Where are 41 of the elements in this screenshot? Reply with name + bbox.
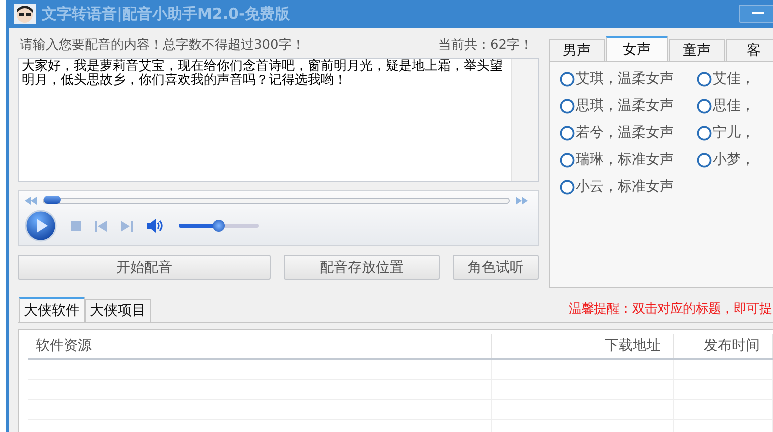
voice-label[interactable]: 思佳， [713,97,755,115]
voice-tab[interactable]: 客 [726,39,773,61]
seek-slider[interactable] [43,198,510,204]
action-button[interactable]: 开始配音 [18,255,271,280]
column-header[interactable]: 下载地址 [492,334,674,358]
voice-label[interactable]: 小云，标准女声 [576,178,674,196]
voice-label[interactable]: 思琪，温柔女声 [576,97,674,115]
voice-label[interactable]: 若兮，温柔女声 [576,124,674,142]
volume-icon[interactable] [147,219,165,233]
voice-tab[interactable]: 男声 [549,39,605,61]
action-button[interactable]: 角色试听 [453,255,539,280]
column-header[interactable]: 软件资源 [28,334,492,358]
minimize-button[interactable] [739,5,773,23]
voice-tab[interactable]: 女声 [606,36,668,61]
voice-label[interactable]: 艾佳， [713,70,755,88]
voice-label[interactable]: 宁儿， [713,124,755,142]
radio-button[interactable] [560,126,575,140]
section-tab[interactable]: 大侠软件 [19,297,85,322]
radio-button[interactable] [697,98,712,114]
window-title: 文字转语音|配音小助手M2.0-免费版 [42,4,290,24]
voice-tab[interactable]: 童声 [669,39,725,61]
voice-label[interactable]: 艾琪，温柔女声 [576,70,674,88]
radio-button[interactable] [560,98,575,114]
character-count: 当前共：62字！ [438,37,533,54]
radio-button[interactable] [560,152,575,168]
action-button[interactable]: 配音存放位置 [284,255,440,280]
hint-text: 温馨提醒：双击对应的标题，即可提 [568,301,772,318]
avatar-icon [14,4,36,24]
radio-button[interactable] [697,126,712,140]
minimize-icon [752,12,764,16]
voice-label[interactable]: 小梦， [713,151,755,169]
column-header[interactable]: 发布时间 [674,334,773,358]
text-input[interactable]: 大家好，我是萝莉音艾宝，现在给你们念首诗吧，窗前明月光，疑是地上霜，举头望明月，低头思故乡，你们喜欢我的声音吗？记得选我哟！ [18,58,539,182]
radio-button[interactable] [560,180,575,194]
play-icon[interactable] [25,210,57,242]
voice-label[interactable]: 瑞琳，标准女声 [576,151,674,169]
radio-button[interactable] [697,152,712,168]
section-tab[interactable]: 大侠项目 [85,299,151,322]
radio-button[interactable] [560,72,575,86]
radio-button[interactable] [697,72,712,86]
input-prompt: 请输入您要配音的内容！总字数不得超过300字！ [20,37,305,54]
